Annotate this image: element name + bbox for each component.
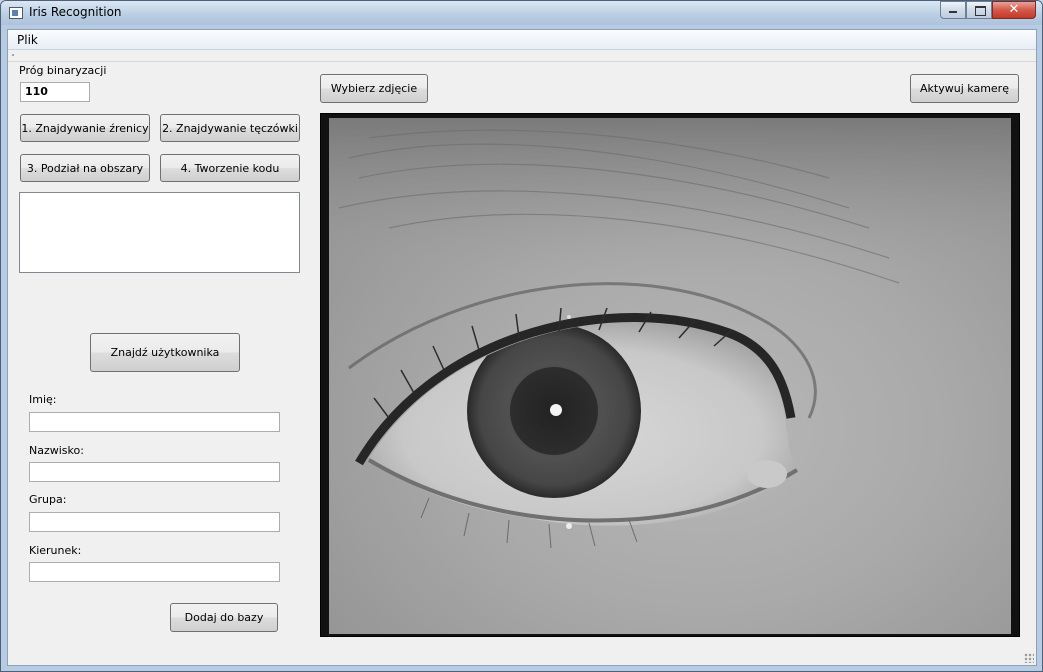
status-bar	[8, 653, 1036, 665]
find-pupil-button[interactable]: 1. Znajdywanie źrenicy	[20, 114, 150, 142]
find-user-button[interactable]: Znajdź użytkownika	[90, 333, 240, 372]
eye-photo	[329, 118, 1011, 634]
output-textbox[interactable]	[19, 192, 300, 273]
last-name-label: Nazwisko:	[29, 444, 84, 457]
add-to-database-button[interactable]: Dodaj do bazy	[170, 603, 278, 632]
threshold-label: Próg binaryzacji	[19, 64, 107, 77]
maximize-icon[interactable]	[966, 1, 992, 19]
menu-bar: Plik	[8, 30, 1036, 50]
resize-grip-icon[interactable]	[1024, 653, 1034, 663]
activate-camera-button[interactable]: Aktywuj kamerę	[910, 74, 1019, 103]
close-icon[interactable]: ✕	[992, 1, 1036, 19]
threshold-input[interactable]: 110	[20, 82, 90, 102]
create-code-button[interactable]: 4. Tworzenie kodu	[160, 154, 300, 182]
select-photo-button[interactable]: Wybierz zdjęcie	[320, 74, 428, 103]
app-window-icon[interactable]	[9, 7, 23, 19]
menu-item-plik[interactable]: Plik	[17, 33, 38, 47]
toolbar-strip	[8, 51, 1036, 62]
window-controls: ✕	[940, 1, 1036, 20]
app-window: Iris Recognition ✕ Plik Próg binaryzacji…	[0, 0, 1043, 672]
window-title: Iris Recognition	[29, 5, 122, 19]
group-field[interactable]	[29, 512, 280, 532]
first-name-label: Imię:	[29, 393, 57, 406]
major-label: Kierunek:	[29, 544, 82, 557]
first-name-field[interactable]	[29, 412, 280, 432]
find-iris-button[interactable]: 2. Znajdywanie tęczówki	[160, 114, 300, 142]
major-field[interactable]	[29, 562, 280, 582]
group-label: Grupa:	[29, 493, 67, 506]
title-bar[interactable]: Iris Recognition ✕	[1, 1, 1042, 25]
divide-regions-button[interactable]: 3. Podział na obszary	[20, 154, 150, 182]
minimize-icon[interactable]	[940, 1, 966, 19]
last-name-field[interactable]	[29, 462, 280, 482]
eye-image-panel	[320, 113, 1020, 637]
main-client-area: Plik Próg binaryzacji 110 1. Znajdywanie…	[7, 29, 1037, 666]
